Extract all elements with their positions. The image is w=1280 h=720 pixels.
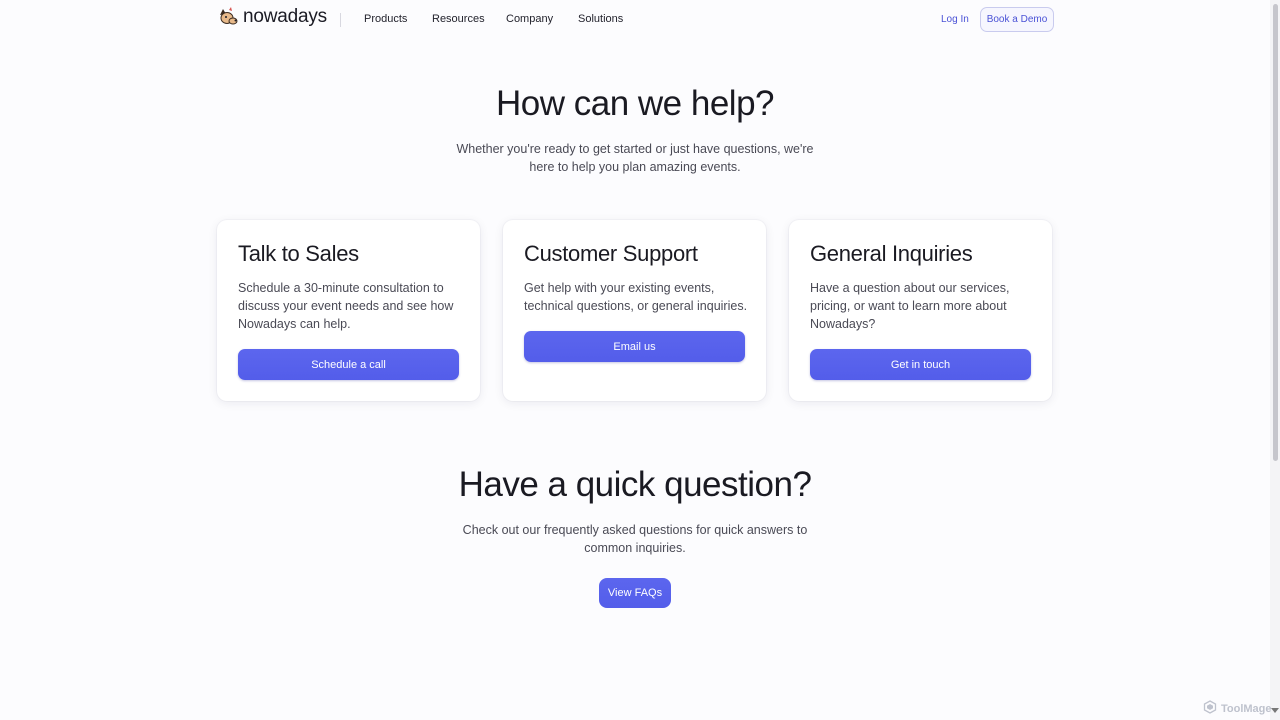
card-description: Get help with your existing events, tech… <box>524 281 748 313</box>
card-sales: Talk to Sales Schedule a 30-minute consu… <box>217 220 480 401</box>
login-link[interactable]: Log In <box>941 14 969 25</box>
card-title: Talk to Sales <box>238 241 359 266</box>
brand-name: nowadays <box>243 6 327 27</box>
view-faqs-button[interactable]: View FAQs <box>599 578 671 608</box>
card-title: Customer Support <box>524 241 698 266</box>
toolmage-logo-icon <box>1203 700 1217 717</box>
card-support: Customer Support Get help with your exis… <box>503 220 766 401</box>
top-nav: nowadays Products Resources Company Solu… <box>0 0 1270 40</box>
nav-divider <box>340 13 341 27</box>
page-scrollbar[interactable] <box>1270 0 1280 720</box>
schedule-call-button[interactable]: Schedule a call <box>238 349 459 380</box>
card-inquiries: General Inquiries Have a question about … <box>789 220 1052 401</box>
nav-resources[interactable]: Resources <box>432 13 485 25</box>
card-title: General Inquiries <box>810 241 973 266</box>
nav-solutions[interactable]: Solutions <box>578 13 623 25</box>
nav-company[interactable]: Company <box>506 13 553 25</box>
card-description: Schedule a 30-minute consultation to dis… <box>238 281 454 331</box>
watermark: ToolMage <box>1203 700 1272 717</box>
scrollbar-thumb[interactable] <box>1273 4 1278 461</box>
brand-logo[interactable]: nowadays <box>217 6 327 28</box>
dog-logo-icon <box>217 6 239 28</box>
page-subtitle: Whether you're ready to get started or j… <box>456 142 814 174</box>
faq-title: Have a quick question? <box>458 465 812 504</box>
card-description: Have a question about our services, pric… <box>810 281 1010 331</box>
book-demo-button[interactable]: Book a Demo <box>980 7 1054 32</box>
faq-subtitle: Check out our frequently asked questions… <box>462 523 808 555</box>
scroll-down-arrow-icon[interactable] <box>1271 708 1279 713</box>
nav-products[interactable]: Products <box>364 13 407 25</box>
watermark-text: ToolMage <box>1221 702 1272 715</box>
email-us-button[interactable]: Email us <box>524 331 745 362</box>
get-in-touch-button[interactable]: Get in touch <box>810 349 1031 380</box>
page-title: How can we help? <box>496 84 775 123</box>
